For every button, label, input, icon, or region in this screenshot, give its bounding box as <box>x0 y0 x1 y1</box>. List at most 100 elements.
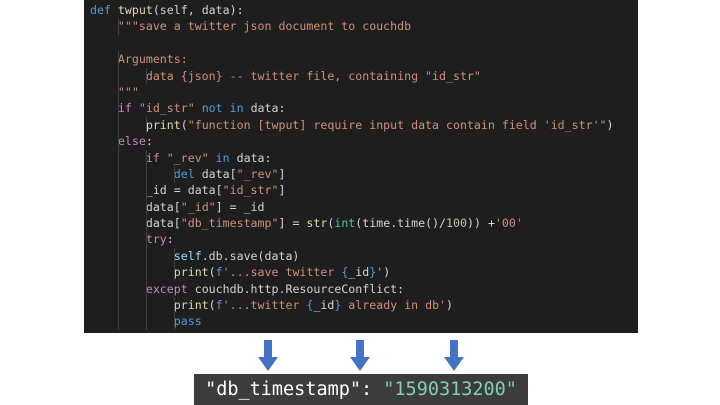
code-line: _id = data["id_str"] <box>90 182 614 199</box>
timestamp-result: "db_timestamp": "1590313200" <box>194 374 528 405</box>
code-token: print <box>145 117 181 132</box>
indent-guide <box>117 116 119 134</box>
code-token: : <box>145 134 153 149</box>
indent-guide <box>117 182 119 199</box>
code-line: print(f'...save twitter {_id}') <box>90 264 614 281</box>
code-token: : <box>166 232 174 247</box>
code-token: """save a twitter json document to couch… <box>117 19 412 34</box>
code-block: def twput(self, data): """save a twitter… <box>90 2 614 330</box>
indent-guide <box>117 264 119 281</box>
code-line: if "id_str" not in data: <box>90 100 614 117</box>
code-line: print(f'...twitter {_id} already in db') <box>90 297 614 314</box>
indent-guide <box>117 133 119 150</box>
indent-guide <box>117 100 119 117</box>
code-line: else: <box>90 133 614 150</box>
indent-guide <box>173 247 175 265</box>
indent-guide <box>145 67 147 84</box>
code-token: "_rev" <box>236 166 279 181</box>
indent-guide <box>145 182 147 199</box>
code-token: "id_str" <box>138 101 195 116</box>
code-token: f <box>215 265 223 280</box>
indent-guide <box>117 215 119 232</box>
code-token: ( <box>180 117 188 132</box>
indent-guide <box>117 198 119 216</box>
code-token: ) <box>446 298 454 313</box>
indent-guide <box>145 116 147 134</box>
code-token: def <box>90 3 118 17</box>
code-token: '00' <box>494 216 523 231</box>
indent-guide <box>145 215 147 232</box>
code-line: data["_id"] = _id <box>90 198 614 216</box>
down-arrow-icon <box>350 340 370 371</box>
indent-guide <box>145 165 147 183</box>
code-line: except couchdb.http.ResourceConflict: <box>90 280 614 298</box>
code-token: couchdb.http.ResourceConflict: <box>194 281 405 296</box>
code-token: int <box>334 216 356 231</box>
result-value: "1590313200" <box>383 379 517 400</box>
code-token: .db.save(data) <box>201 248 300 263</box>
code-token: data: <box>229 150 272 165</box>
result-key: "db_timestamp": <box>205 379 384 400</box>
indent-guide <box>173 264 175 281</box>
code-token: ] <box>278 183 286 198</box>
indent-guide <box>145 231 147 248</box>
code-token: _id <box>313 298 335 313</box>
code-line: try: <box>90 231 614 248</box>
indent-guide <box>173 297 175 314</box>
code-editor: def twput(self, data): """save a twitter… <box>84 0 638 333</box>
indent-guide <box>145 280 147 298</box>
code-token: else <box>117 134 146 149</box>
code-token: )) + <box>467 216 495 231</box>
code-token: except <box>145 281 195 296</box>
code-line: """ <box>90 83 614 101</box>
code-token: ) <box>606 117 614 132</box>
indent-guide <box>173 313 175 330</box>
code-token: try <box>145 232 167 247</box>
indent-guide <box>145 149 147 166</box>
code-token: data {json} -- twitter file, containing … <box>145 68 481 83</box>
code-token: _id = data[ <box>145 183 223 198</box>
code-token: twput <box>117 3 153 17</box>
code-token: "function [twput] require input data con… <box>187 117 607 132</box>
indent-guide <box>117 149 119 166</box>
code-line: """save a twitter json document to couch… <box>90 18 614 35</box>
code-token: """ <box>117 84 139 99</box>
code-token: self <box>173 248 202 263</box>
code-line: self.db.save(data) <box>90 247 614 265</box>
code-line: pass <box>90 313 614 330</box>
code-token: ) <box>383 265 391 280</box>
code-token: '...twitter <box>222 298 307 313</box>
indent-guide <box>117 247 119 265</box>
code-token: data[ <box>145 216 181 231</box>
code-token: if <box>145 150 167 165</box>
down-arrow-icon <box>258 340 278 371</box>
code-token: "db_timestamp" <box>180 216 279 231</box>
code-token: print <box>173 298 209 313</box>
code-token: data[ <box>145 199 181 214</box>
code-token: "id_str" <box>222 183 279 198</box>
code-token: print <box>173 265 209 280</box>
code-line: print("function [twput] require input da… <box>90 116 614 134</box>
code-line: if "_rev" in data: <box>90 149 614 166</box>
code-token: already in db' <box>341 298 447 313</box>
indent-guide <box>145 313 147 330</box>
code-token: ] = _id <box>215 199 265 214</box>
code-token: (time.time()/ <box>355 216 447 231</box>
indent-guide <box>117 297 119 314</box>
indent-guide <box>117 83 119 101</box>
code-token: not in <box>201 101 244 116</box>
code-token: in <box>215 150 230 165</box>
down-arrow-icon <box>444 340 464 371</box>
indent-guide <box>145 247 147 265</box>
code-token: ] <box>278 166 286 181</box>
